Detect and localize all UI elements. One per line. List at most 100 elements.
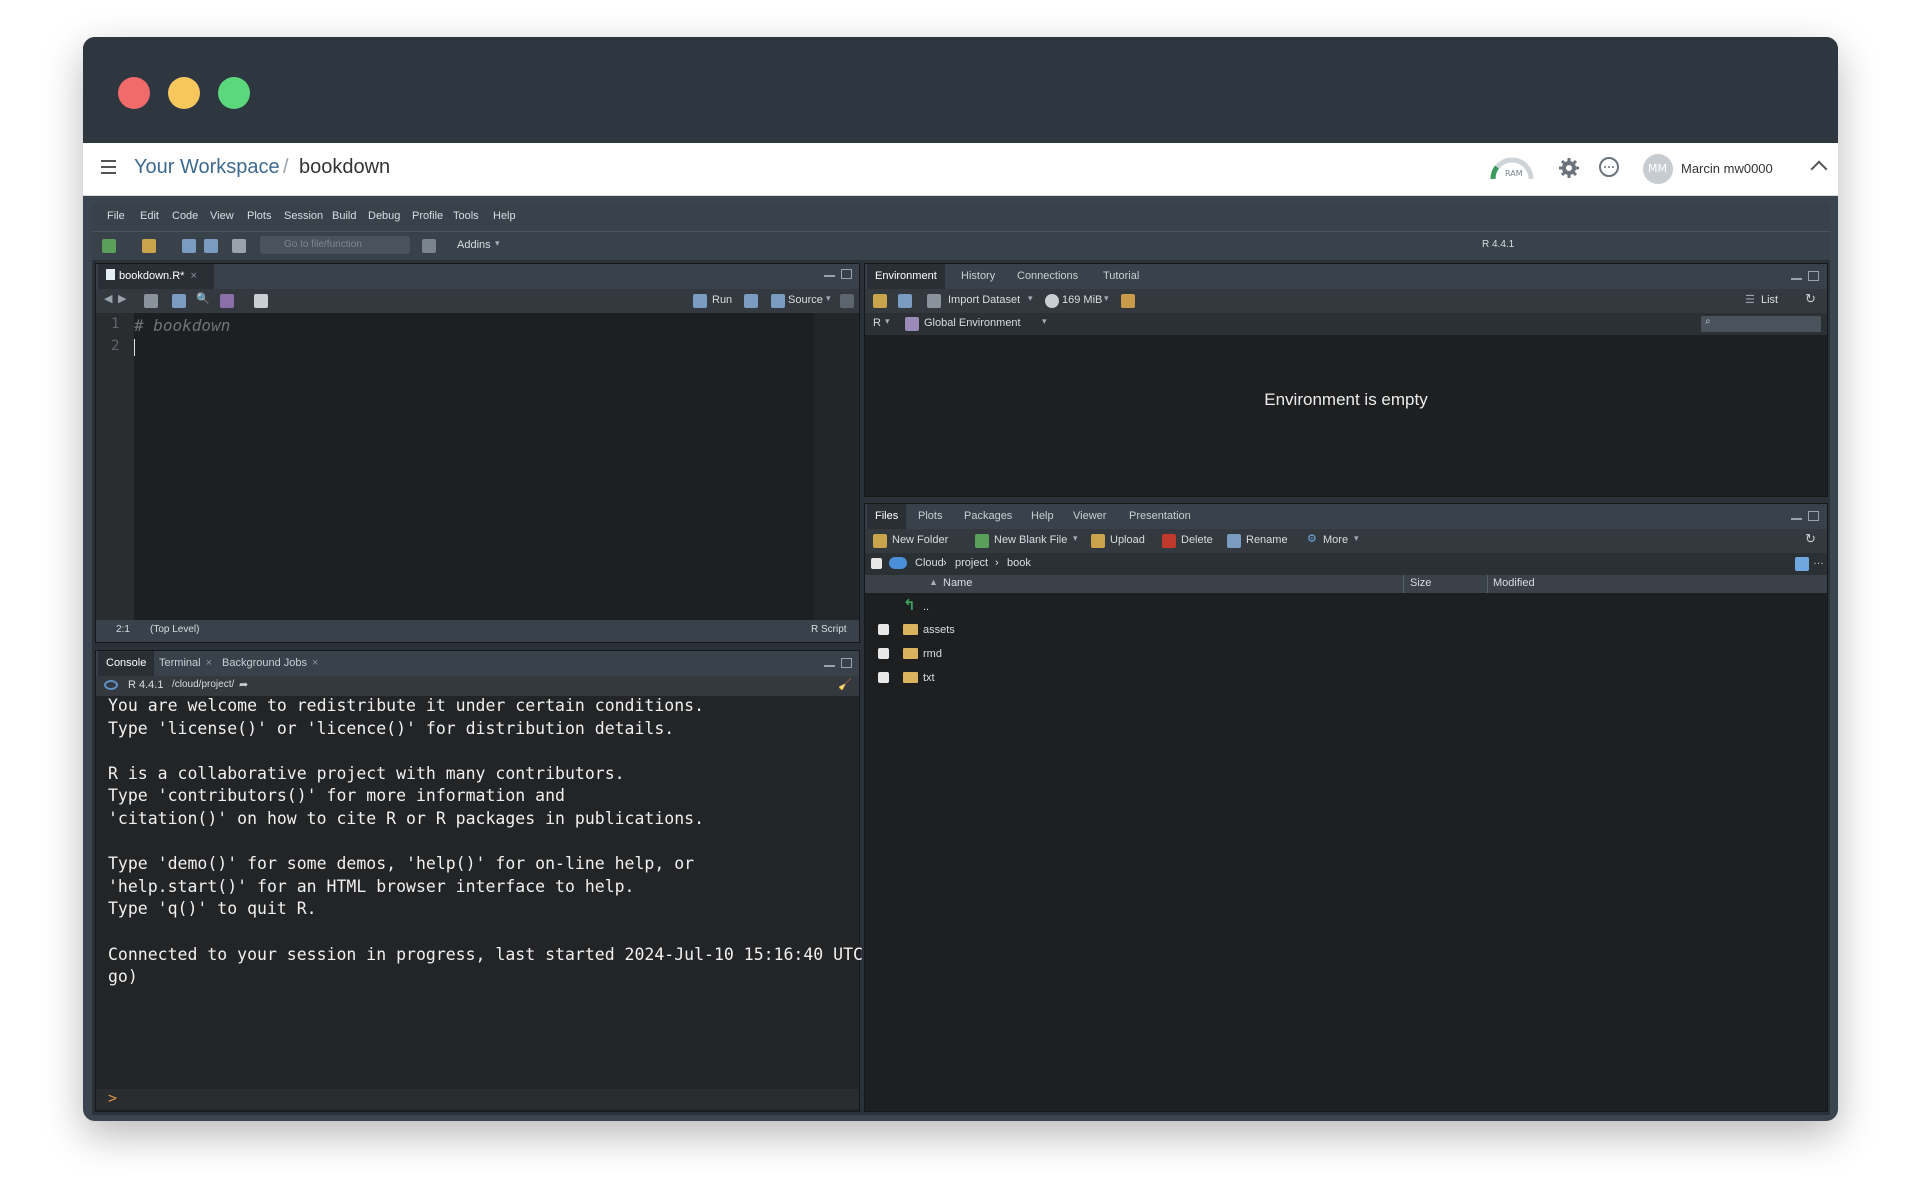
save-all-icon[interactable] [204,239,218,253]
upload-icon[interactable] [1091,534,1105,548]
breadcrumb-cloud[interactable]: Cloud [915,557,944,569]
menu-item-profile[interactable]: Profile [412,210,443,222]
menu-item-build[interactable]: Build [332,210,356,222]
memory-usage[interactable]: 169 MiB [1062,294,1102,306]
more-button[interactable]: More [1323,534,1348,546]
back-arrow-icon[interactable]: ◀ [104,292,112,305]
ram-gauge-icon[interactable]: RAM [1489,155,1535,181]
tab-history[interactable]: History [953,264,1003,289]
maximize-pane-icon[interactable] [1808,511,1819,521]
new-blank-file-button[interactable]: New Blank File [994,534,1067,546]
maximize-pane-icon[interactable] [841,658,852,668]
import-dataset-icon[interactable] [927,294,941,308]
menu-item-view[interactable]: View [210,210,234,222]
source-button[interactable]: Source [788,294,823,306]
tab-tutorial[interactable]: Tutorial [1095,264,1147,289]
row-checkbox[interactable] [878,648,889,659]
parent-directory-link[interactable]: .. [923,601,929,613]
rename-button[interactable]: Rename [1246,534,1288,546]
memory-chevron-icon[interactable]: ▾ [1104,293,1109,304]
load-workspace-icon[interactable] [873,294,887,308]
list-item[interactable]: ↰ .. [865,595,1658,619]
close-tab-icon[interactable]: × [312,657,318,669]
minimize-pane-icon[interactable] [824,275,835,277]
minimize-pane-icon[interactable] [824,665,835,667]
tab-terminal[interactable]: Terminal × [151,651,220,676]
new-folder-icon[interactable] [873,534,887,548]
run-icon[interactable] [693,294,707,308]
close-window-button[interactable] [118,77,150,109]
source-chevron-icon[interactable]: ▾ [826,293,831,304]
code-editor[interactable]: # bookdown [134,313,814,620]
language-chevron-icon[interactable]: ▾ [885,316,890,327]
addins-chevron-icon[interactable]: ▾ [495,238,500,249]
sort-ascending-icon[interactable]: ▲ [929,577,938,587]
tab-files[interactable]: Files [867,504,907,529]
r-version-menu[interactable]: R 4.4.1 [1482,239,1514,250]
scope-chevron-icon[interactable]: ▾ [1042,316,1047,327]
menu-item-plots[interactable]: Plots [247,210,271,222]
import-chevron-icon[interactable]: ▾ [1028,293,1033,304]
file-type-selector[interactable]: R Script [811,624,847,635]
language-select[interactable]: R [873,317,881,329]
avatar[interactable]: MM [1643,154,1673,184]
delete-icon[interactable] [1162,534,1176,548]
more-gear-icon[interactable]: ⚙ [1307,532,1317,545]
more-options-icon[interactable] [1599,157,1619,177]
delete-button[interactable]: Delete [1181,534,1213,546]
print-icon[interactable] [232,239,246,253]
workspace-link[interactable]: Your Workspace [134,156,280,179]
view-mode-select[interactable]: List [1761,294,1778,306]
tab-viewer[interactable]: Viewer [1065,504,1114,529]
outline-icon[interactable] [840,294,854,308]
settings-gear-icon[interactable] [1558,157,1580,183]
open-file-icon[interactable] [142,239,156,253]
maximize-pane-icon[interactable] [841,269,852,279]
folder-name[interactable]: txt [923,672,935,684]
row-checkbox[interactable] [878,624,889,635]
environment-scope-select[interactable]: Global Environment [924,317,1021,329]
tab-presentation[interactable]: Presentation [1121,504,1199,529]
tab-plots[interactable]: Plots [910,504,950,529]
more-chevron-icon[interactable]: ▾ [1354,533,1359,544]
tab-connections[interactable]: Connections [1009,264,1086,289]
column-name[interactable]: Name [943,577,972,589]
addins-menu[interactable]: Addins [457,239,491,251]
forward-arrow-icon[interactable]: ▶ [118,292,126,305]
breadcrumb-project[interactable]: project [955,557,988,569]
compile-report-icon[interactable] [254,294,268,308]
console-path[interactable]: /cloud/project/ [172,679,234,690]
menu-item-code[interactable]: Code [172,210,198,222]
editor-save-icon[interactable] [172,294,186,308]
column-size[interactable]: Size [1410,577,1431,589]
upload-button[interactable]: Upload [1110,534,1145,546]
folder-name[interactable]: assets [923,624,955,636]
save-icon[interactable] [182,239,196,253]
select-all-checkbox[interactable] [871,558,882,569]
menu-item-tools[interactable]: Tools [453,210,479,222]
new-folder-button[interactable]: New Folder [892,534,948,546]
close-tab-icon[interactable]: × [190,270,196,282]
find-icon[interactable]: 🔍 [196,292,210,305]
hamburger-menu-icon[interactable] [101,160,116,174]
minimize-pane-icon[interactable] [1791,518,1802,520]
minimize-window-button[interactable] [168,77,200,109]
show-in-window-icon[interactable] [144,294,158,308]
menu-item-help[interactable]: Help [493,210,516,222]
tab-background-jobs[interactable]: Background Jobs × [214,651,326,676]
code-tools-icon[interactable] [220,294,234,308]
tab-help[interactable]: Help [1023,504,1062,529]
list-view-icon[interactable]: ☰ [1745,293,1755,306]
chevron-up-icon[interactable] [1810,160,1828,178]
source-icon[interactable] [771,294,785,308]
breadcrumb-book[interactable]: book [1007,557,1031,569]
refresh-icon[interactable]: ↻ [1805,531,1816,547]
clear-objects-broom-icon[interactable] [1121,294,1135,308]
menu-item-file[interactable]: File [107,210,125,222]
column-modified[interactable]: Modified [1493,577,1535,589]
list-item[interactable]: rmd [865,643,1658,667]
run-button[interactable]: Run [712,294,732,306]
new-file-chevron-icon[interactable]: ▾ [1073,533,1078,544]
close-tab-icon[interactable]: × [206,657,212,669]
go-to-directory-icon[interactable]: ➦ [239,678,248,691]
